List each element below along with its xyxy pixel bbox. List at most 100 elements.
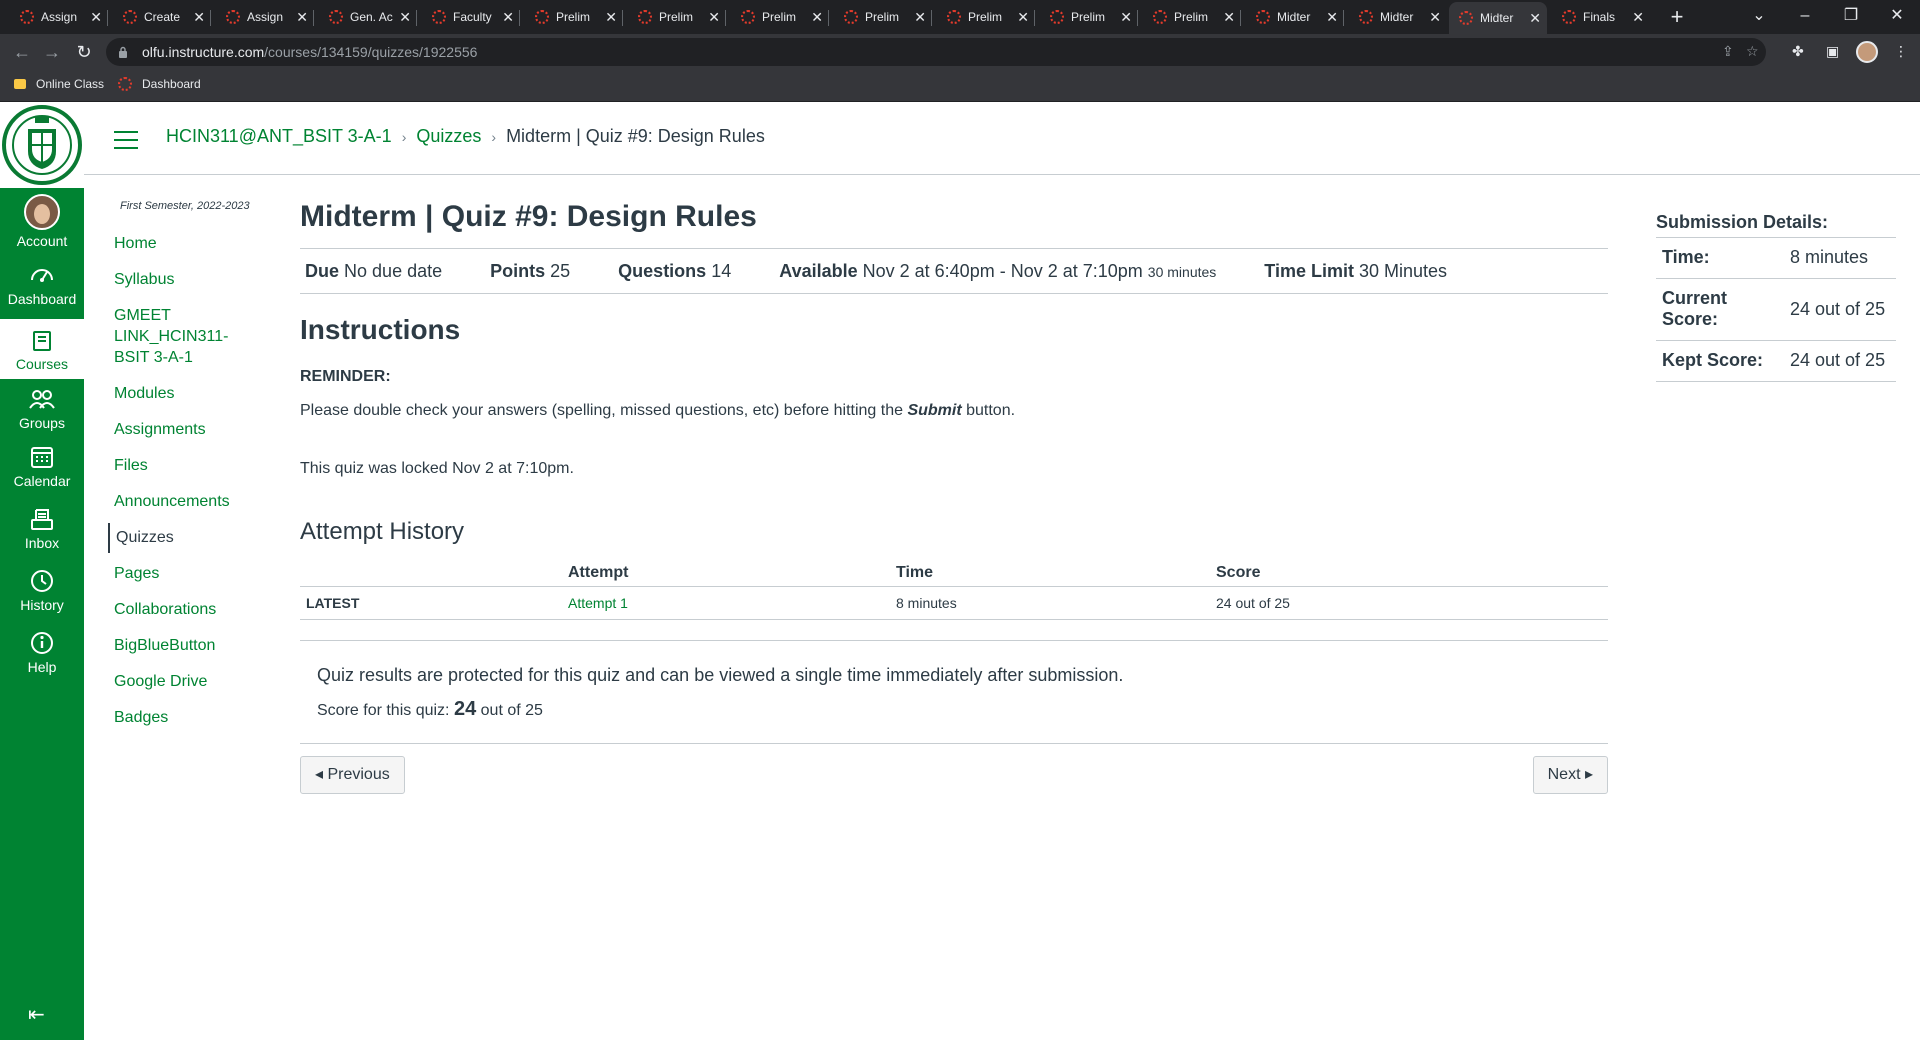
bookmark-star-icon[interactable]: ☆ [1746,43,1759,60]
close-tab-icon[interactable]: ✕ [90,9,102,26]
browser-tab[interactable]: Assign ✕ [10,4,108,30]
previous-button[interactable]: ◂ Previous [300,756,405,794]
browser-menu-icon[interactable]: ⋮ [1894,43,1908,60]
course-nav-gmeet-link[interactable]: GMEET LINK_HCIN311-BSIT 3-A-1 [108,301,268,373]
course-nav-google-drive[interactable]: Google Drive [108,667,268,697]
global-nav-calendar[interactable]: Calendar [0,444,84,504]
global-nav-help[interactable]: Help [0,630,84,690]
course-menu-hamburger-icon[interactable] [114,131,138,155]
share-icon[interactable]: ⇪ [1722,43,1734,60]
course-nav-assignments[interactable]: Assignments [108,415,268,445]
canvas-favicon-icon [741,10,755,24]
forward-arrow-icon[interactable]: → [40,40,64,64]
meta-label: Available [779,260,858,281]
side-panel-icon[interactable]: ▣ [1826,43,1839,60]
detail-label: Kept Score: [1656,340,1784,382]
course-nav-home[interactable]: Home [108,229,268,259]
global-nav-label: Inbox [24,535,60,551]
course-nav-bigbluebutton[interactable]: BigBlueButton [108,631,268,661]
breadcrumb-quizzes-link[interactable]: Quizzes [416,126,481,147]
calendar-icon [31,447,53,468]
close-tab-icon[interactable]: ✕ [1632,9,1644,26]
global-nav-inbox[interactable]: Inbox [0,506,84,566]
global-nav-courses[interactable]: Courses [0,319,84,379]
url-host: olfu.instructure.com [142,44,265,60]
next-button[interactable]: Next ▸ [1532,756,1608,794]
course-nav-modules[interactable]: Modules [108,379,268,409]
browser-tab[interactable]: Create ✕ [113,4,211,30]
collapse-nav-arrow-icon[interactable]: ⇤ [28,1002,45,1027]
global-nav-groups[interactable]: Groups [0,388,84,444]
restore-icon[interactable]: ❐ [1828,0,1874,34]
tab-title: Prelim [968,10,1003,24]
close-tab-icon[interactable]: ✕ [1120,9,1132,26]
course-nav-badges[interactable]: Badges [108,703,268,733]
close-tab-icon[interactable]: ✕ [1529,10,1541,27]
attempt-link[interactable]: Attempt 1 [568,595,628,611]
minimize-icon[interactable]: – [1782,0,1828,34]
back-arrow-icon[interactable]: ← [10,40,34,64]
tab-search-chevron-icon[interactable]: ⌄ [1736,0,1782,34]
submission-details-heading: Submission Details: [1656,212,1896,238]
header-divider [84,174,1920,175]
global-nav-history[interactable]: History [0,568,84,628]
global-nav-account[interactable]: Account [0,194,84,254]
close-tab-icon[interactable]: ✕ [708,9,720,26]
bookmark-online-class[interactable]: Online Class [14,77,104,91]
canvas-favicon-icon [1153,10,1167,24]
course-nav-collaborations[interactable]: Collaborations [108,595,268,625]
folder-icon [14,79,26,89]
bookmark-dashboard[interactable]: Dashboard [118,77,201,91]
reload-icon[interactable]: ↻ [72,40,96,64]
page-title: Midterm | Quiz #9: Design Rules [300,200,757,233]
column-header: Attempt [562,560,890,587]
breadcrumb: HCIN311@ANT_BSIT 3-A-1 › Quizzes › Midte… [166,126,765,147]
address-bar-row: ← → ↻ olfu.instructure.com/courses/13415… [0,34,1920,70]
new-tab-plus-icon[interactable]: + [1664,4,1690,30]
browser-tab[interactable]: Assign ✕ [216,4,314,30]
tab-divider [313,10,314,26]
breadcrumb-course-link[interactable]: HCIN311@ANT_BSIT 3-A-1 [166,126,392,147]
course-nav-pages[interactable]: Pages [108,559,268,589]
meta-value: Nov 2 at 6:40pm - Nov 2 at 7:10pm [862,260,1143,281]
close-tab-icon[interactable]: ✕ [399,9,411,26]
global-nav-dashboard[interactable]: Dashboard [0,262,84,322]
close-tab-icon[interactable]: ✕ [914,9,926,26]
close-tab-icon[interactable]: ✕ [296,9,308,26]
meta-label: Points [490,260,546,281]
browser-tab[interactable]: Finals ✕ [1552,4,1650,30]
browser-tab[interactable]: Prelim ✕ [525,4,623,30]
close-tab-icon[interactable]: ✕ [1017,9,1029,26]
browser-tab[interactable]: Prelim ✕ [937,4,1035,30]
browser-tab[interactable]: Prelim ✕ [834,4,932,30]
browser-tab-active[interactable]: Midter ✕ [1449,2,1547,34]
tab-title: Prelim [1071,10,1106,24]
close-tab-icon[interactable]: ✕ [1326,9,1338,26]
course-nav-files[interactable]: Files [108,451,268,481]
browser-tab[interactable]: Prelim ✕ [1143,4,1241,30]
canvas-favicon-icon [947,10,961,24]
close-window-icon[interactable]: ✕ [1874,0,1920,34]
quiz-available: Available Nov 2 at 6:40pm - Nov 2 at 7:1… [779,261,1216,282]
browser-tab[interactable]: Midter ✕ [1246,4,1344,30]
close-tab-icon[interactable]: ✕ [1429,9,1441,26]
course-nav-announcements[interactable]: Announcements [108,487,268,517]
browser-tab[interactable]: Gen. Ac ✕ [319,4,417,30]
course-nav-syllabus[interactable]: Syllabus [108,265,268,295]
browser-tab[interactable]: Prelim ✕ [628,4,726,30]
browser-tab[interactable]: Faculty ✕ [422,4,520,30]
extensions-puzzle-icon[interactable]: ✤ [1792,43,1804,60]
close-tab-icon[interactable]: ✕ [502,9,514,26]
global-nav-label: Courses [15,356,69,372]
close-tab-icon[interactable]: ✕ [1223,9,1235,26]
close-tab-icon[interactable]: ✕ [811,9,823,26]
close-tab-icon[interactable]: ✕ [193,9,205,26]
course-nav-quizzes[interactable]: Quizzes [108,523,268,553]
browser-profile-avatar[interactable] [1856,41,1878,63]
browser-tab[interactable]: Prelim ✕ [731,4,829,30]
close-tab-icon[interactable]: ✕ [605,9,617,26]
url-field[interactable]: olfu.instructure.com/courses/134159/quiz… [106,38,1766,66]
browser-tab[interactable]: Prelim ✕ [1040,4,1138,30]
university-logo[interactable] [0,102,84,188]
browser-tab[interactable]: Midter ✕ [1349,4,1447,30]
